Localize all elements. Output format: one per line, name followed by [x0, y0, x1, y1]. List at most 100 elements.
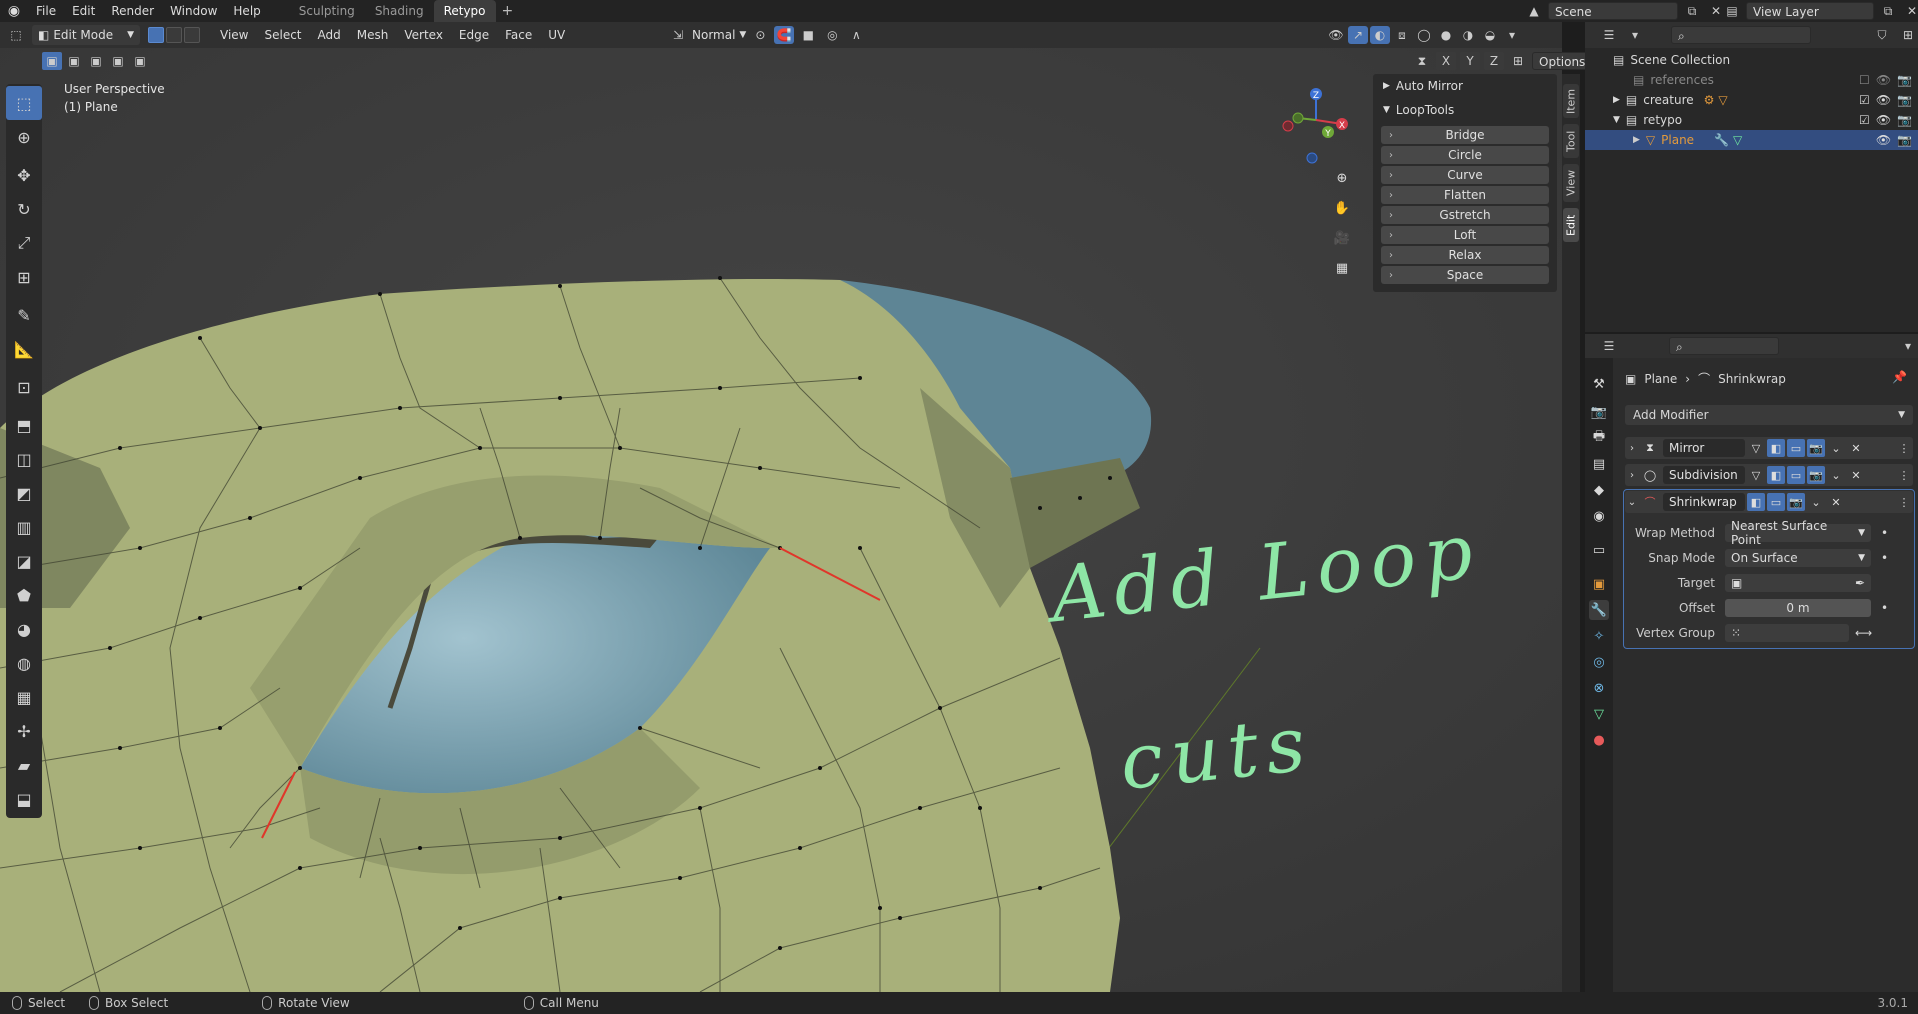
blender-logo-icon[interactable]: ◉ [0, 0, 28, 22]
modifier-name-field[interactable]: Shrinkwrap [1663, 493, 1745, 511]
on-cage-icon[interactable]: ▽ [1747, 466, 1765, 484]
face-select-icon[interactable] [184, 27, 200, 43]
tab-item[interactable]: Item [1563, 84, 1579, 118]
data-tab-icon[interactable]: ▽ [1589, 704, 1609, 724]
filter-icon[interactable]: ⛉ [1872, 26, 1892, 44]
material-shading-icon[interactable]: ◑ [1458, 26, 1478, 44]
scene-field[interactable]: Scene [1548, 2, 1678, 20]
render-toggle-icon[interactable]: 📷 [1787, 493, 1805, 511]
checkbox-icon[interactable]: ☑ [1859, 113, 1870, 127]
viewport-toggle-icon[interactable]: ▭ [1787, 466, 1805, 484]
auto-merge-icon[interactable]: ⊞ [1508, 52, 1528, 70]
collection-tab-icon[interactable]: ▭ [1589, 540, 1609, 560]
transform-tool-icon[interactable]: ⊞ [6, 260, 42, 294]
extrude-tool-icon[interactable]: ⬒ [6, 408, 42, 442]
new-collection-icon[interactable]: ⊞ [1898, 26, 1918, 44]
knife-tool-icon[interactable]: ◪ [6, 544, 42, 578]
select-new-icon[interactable]: ▣ [42, 52, 62, 70]
looptools-loft-button[interactable]: › Loft [1381, 226, 1549, 244]
move-tool-icon[interactable]: ✥ [6, 158, 42, 192]
xray-icon[interactable]: ⧈ [1392, 26, 1412, 44]
tab-tool[interactable]: Tool [1563, 124, 1579, 158]
drag-handle-icon[interactable]: ⋮ [1895, 493, 1913, 511]
chevron-down-icon[interactable]: ⌄ [1827, 439, 1845, 457]
display-mode-icon[interactable]: ▾ [1625, 26, 1645, 44]
mesh-canvas[interactable] [0, 48, 1562, 992]
object-tab-icon[interactable]: ▣ [1589, 574, 1609, 594]
overlay-icon[interactable]: ◐ [1370, 26, 1390, 44]
inset-tool-icon[interactable]: ◫ [6, 442, 42, 476]
invert-arrows-icon[interactable]: ⟷ [1855, 626, 1872, 640]
material-tab-icon[interactable]: ● [1589, 730, 1609, 750]
camera-icon[interactable]: 📷 [1897, 93, 1912, 107]
tool-tab-icon[interactable]: ⚒ [1589, 374, 1609, 394]
eyedropper-icon[interactable]: ✒ [1855, 576, 1865, 590]
close-icon[interactable]: ✕ [1847, 466, 1865, 484]
auto-mirror-header[interactable]: ▶ Auto Mirror [1373, 74, 1557, 98]
outliner-row-plane[interactable]: ▶ ▽ Plane 🔧 ▽ 👁 📷 [1585, 130, 1918, 150]
render-toggle-icon[interactable]: 📷 [1807, 466, 1825, 484]
menu-edit[interactable]: Edit [64, 0, 103, 22]
shear-tool-icon[interactable]: ▰ [6, 748, 42, 782]
measure-tool-icon[interactable]: 📐 [6, 332, 42, 366]
visibility-icon[interactable]: 👁 [1326, 26, 1346, 44]
properties-search-input[interactable]: ⌕ [1669, 337, 1779, 355]
select-intersect-icon[interactable]: ▣ [130, 52, 150, 70]
properties-editor-icon[interactable]: ☰ [1599, 337, 1619, 355]
modifier-shrinkwrap[interactable]: ⌄ ⌒ Shrinkwrap ◧ ▭ 📷 ⌄ ✕ ⋮ [1625, 491, 1913, 513]
looptools-relax-button[interactable]: › Relax [1381, 246, 1549, 264]
gizmo-icon[interactable]: ↗ [1348, 26, 1368, 44]
close-icon[interactable]: ✕ [1847, 439, 1865, 457]
physics-tab-icon[interactable]: ◎ [1589, 652, 1609, 672]
mirror-y-toggle[interactable]: Y [1460, 52, 1480, 70]
zoom-icon[interactable]: ⊕ [1330, 166, 1354, 190]
looptools-gstretch-button[interactable]: › Gstretch [1381, 206, 1549, 224]
mirror-x-toggle[interactable]: X [1436, 52, 1456, 70]
menu-help[interactable]: Help [225, 0, 268, 22]
pan-hand-icon[interactable]: ✋ [1330, 196, 1354, 220]
camera-icon[interactable]: 📷 [1897, 133, 1912, 147]
falloff-icon[interactable]: ∧ [846, 26, 866, 44]
offset-field[interactable]: 0 m [1725, 599, 1871, 617]
modifier-subdivision[interactable]: › ◯ Subdivision ▽ ◧ ▭ 📷 ⌄ ✕ ⋮ [1625, 464, 1913, 486]
modifier-name-field[interactable]: Subdivision [1663, 466, 1745, 484]
eye-icon[interactable]: 👁 [1876, 73, 1891, 87]
looptools-curve-button[interactable]: › Curve [1381, 166, 1549, 184]
3d-viewport[interactable]: User Perspective (1) Plane Add Loop cuts [0, 48, 1562, 992]
tab-view[interactable]: View [1563, 164, 1579, 202]
scale-tool-icon[interactable]: ⤢ [6, 226, 42, 260]
mesh-symmetry-icon[interactable]: ⧗ [1412, 52, 1432, 70]
new-scene-icon[interactable]: ⧉ [1682, 2, 1702, 20]
viewport-toggle-icon[interactable]: ▭ [1767, 493, 1785, 511]
rendered-shading-icon[interactable]: ◒ [1480, 26, 1500, 44]
modifier-tab-icon[interactable]: 🔧 [1589, 600, 1609, 620]
select-box-tool-icon[interactable]: ⬚ [6, 86, 42, 120]
render-toggle-icon[interactable]: 📷 [1807, 439, 1825, 457]
shrink-fatten-tool-icon[interactable]: ✢ [6, 714, 42, 748]
world-tab-icon[interactable]: ◉ [1589, 506, 1609, 526]
menu-view[interactable]: View [212, 22, 256, 48]
pivot-icon[interactable]: ⊙ [750, 26, 770, 44]
outliner-row-retypo[interactable]: ▼ ▤ retypo ☑ 👁 📷 [1585, 110, 1918, 130]
menu-face[interactable]: Face [497, 22, 540, 48]
mode-dropdown[interactable]: ◧ Edit Mode ▼ [32, 25, 140, 45]
looptools-flatten-button[interactable]: › Flatten [1381, 186, 1549, 204]
output-tab-icon[interactable]: 🖶 [1589, 428, 1609, 448]
workspace-tab-shading[interactable]: Shading [365, 0, 434, 22]
eye-icon[interactable]: 👁 [1876, 133, 1891, 147]
modifier-name-field[interactable]: Mirror [1663, 439, 1745, 457]
menu-edge[interactable]: Edge [451, 22, 497, 48]
rotate-tool-icon[interactable]: ↻ [6, 192, 42, 226]
scene-tab-icon[interactable]: ◆ [1589, 480, 1609, 500]
keyframe-dot-icon[interactable]: • [1881, 601, 1888, 615]
vertex-group-field[interactable]: ⁙ [1725, 624, 1849, 642]
tab-edit[interactable]: Edit [1563, 208, 1579, 242]
edit-mode-toggle-icon[interactable]: ◧ [1767, 439, 1785, 457]
outliner-search-input[interactable]: ⌕ [1671, 26, 1811, 44]
viewport-toggle-icon[interactable]: ▭ [1787, 439, 1805, 457]
wireframe-shading-icon[interactable]: ◯ [1414, 26, 1434, 44]
snap-mode-dropdown[interactable]: On Surface ▼ [1725, 549, 1871, 567]
menu-file[interactable]: File [28, 0, 64, 22]
scene-icon[interactable]: ▲ [1524, 2, 1544, 20]
menu-uv[interactable]: UV [540, 22, 573, 48]
